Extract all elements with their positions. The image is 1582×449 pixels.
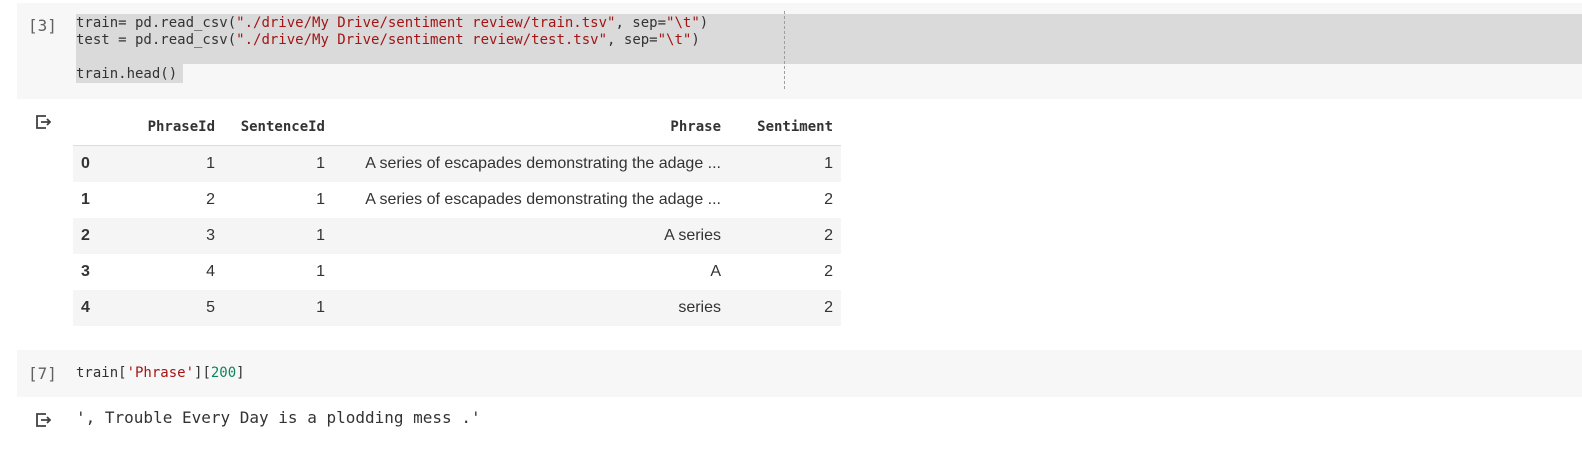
code-string: "\t" xyxy=(666,15,700,31)
column-header-phraseid: PhraseId xyxy=(109,109,223,146)
execution-count: [7] xyxy=(28,364,57,383)
line-length-ruler xyxy=(784,11,785,89)
row-index: 4 xyxy=(81,299,90,316)
column-header-phrase: Phrase xyxy=(333,109,729,146)
cell-sentenceid: 1 xyxy=(316,227,325,244)
table-header-row: PhraseId SentenceId Phrase Sentiment xyxy=(73,109,841,146)
code-token: ) xyxy=(691,32,700,48)
cell-phraseid: 2 xyxy=(206,191,215,208)
cell-phrase: A xyxy=(710,263,721,280)
code-token: train[ xyxy=(76,365,127,381)
cell-sentenceid: 1 xyxy=(316,191,325,208)
code-token: ] xyxy=(236,365,245,381)
cell-phrase: A series of escapades demonstrating the … xyxy=(365,191,721,208)
cell-sentenceid: 1 xyxy=(316,263,325,280)
cell-sentiment: 2 xyxy=(824,263,833,280)
code-string: "\t" xyxy=(657,32,692,48)
cell-sentiment: 2 xyxy=(824,299,833,316)
cell-phraseid: 4 xyxy=(206,263,215,280)
text-output: ', Trouble Every Day is a plodding mess … xyxy=(76,408,481,427)
cell-phrase: A series xyxy=(664,227,721,244)
cell-phraseid: 5 xyxy=(206,299,215,316)
cell-phrase: series xyxy=(678,299,721,316)
code-token: test = pd.read_csv( xyxy=(76,32,237,48)
code-string: "./drive/My Drive/sentiment review/test.… xyxy=(236,32,608,48)
code-editor[interactable]: train= pd.read_csv("./drive/My Drive/sen… xyxy=(76,15,708,83)
code-token: , sep= xyxy=(615,15,667,31)
code-cell-2[interactable]: [7] train['Phrase'][200] xyxy=(17,350,1582,397)
code-string: "./drive/My Drive/sentiment review/train… xyxy=(236,15,616,31)
output-arrow-icon[interactable] xyxy=(34,411,52,429)
row-index: 3 xyxy=(81,263,90,280)
cell-sentiment: 2 xyxy=(824,191,833,208)
execution-count: [3] xyxy=(28,16,57,35)
row-index: 2 xyxy=(81,227,90,244)
code-string: 'Phrase' xyxy=(126,365,195,381)
code-number: 200 xyxy=(210,365,237,381)
cell-sentenceid: 1 xyxy=(316,299,325,316)
code-token: , sep= xyxy=(607,32,658,48)
column-header-sentiment: Sentiment xyxy=(729,109,841,146)
column-header-sentenceid: SentenceId xyxy=(223,109,333,146)
code-token: train.head() xyxy=(76,66,178,82)
table-row: 3 4 1 A 2 xyxy=(73,254,841,290)
dataframe-output: PhraseId SentenceId Phrase Sentiment 0 1… xyxy=(73,109,841,326)
table-row: 2 3 1 A series 2 xyxy=(73,218,841,254)
code-cell-1[interactable]: [3] train= pd.read_csv("./drive/My Drive… xyxy=(17,3,1582,99)
code-token: train= pd.read_csv( xyxy=(76,15,237,31)
table-row: 4 5 1 series 2 xyxy=(73,290,841,326)
cell-sentiment: 1 xyxy=(824,155,833,172)
code-editor[interactable]: train['Phrase'][200] xyxy=(76,365,245,382)
cell-phraseid: 3 xyxy=(206,227,215,244)
code-token: ) xyxy=(699,15,709,31)
cell-phraseid: 1 xyxy=(206,155,215,172)
table-row: 0 1 1 A series of escapades demonstratin… xyxy=(73,145,841,182)
index-header xyxy=(73,109,109,146)
table-row: 1 2 1 A series of escapades demonstratin… xyxy=(73,182,841,218)
output-arrow-icon[interactable] xyxy=(34,113,52,131)
cell-phrase: A series of escapades demonstrating the … xyxy=(365,155,721,172)
row-index: 1 xyxy=(81,191,90,208)
cell-sentiment: 2 xyxy=(824,227,833,244)
row-index: 0 xyxy=(81,155,90,172)
cell-sentenceid: 1 xyxy=(316,155,325,172)
code-token: ][ xyxy=(194,365,211,381)
